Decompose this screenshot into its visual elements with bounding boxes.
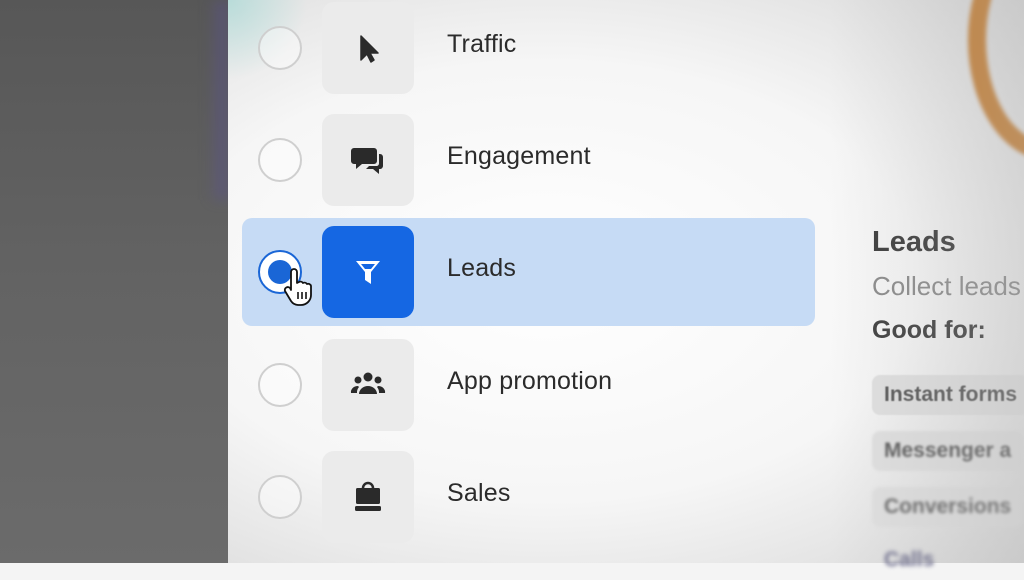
radio-sales[interactable] (258, 475, 302, 519)
good-for-chip: Calls (884, 548, 935, 571)
tile-traffic[interactable] (322, 2, 414, 94)
objective-detail-panel: Leads Collect leads Good for: (872, 222, 1024, 350)
objective-label: Traffic (447, 30, 517, 58)
radio-traffic[interactable] (258, 26, 302, 70)
objective-row-app-promotion[interactable]: App promotion (242, 331, 815, 439)
tile-engagement[interactable] (322, 114, 414, 206)
objective-label: App promotion (447, 367, 613, 395)
detail-title: Leads (872, 226, 956, 258)
shopping-bag-icon (355, 481, 381, 511)
radio-engagement[interactable] (258, 138, 302, 182)
good-for-chip: Conversions (872, 487, 1024, 527)
objective-label: Engagement (447, 142, 591, 170)
good-for-chip: Messenger a (872, 431, 1024, 471)
chat-bubbles-icon (351, 148, 383, 174)
objective-row-engagement[interactable]: Engagement (242, 106, 815, 214)
objective-row-leads[interactable]: Leads (242, 218, 815, 326)
cursor-icon (360, 35, 379, 63)
objective-label: Sales (447, 479, 511, 507)
objective-row-sales[interactable]: Sales (242, 443, 815, 551)
people-icon (350, 372, 386, 394)
detail-description: Collect leads (872, 271, 1021, 301)
objective-row-traffic[interactable]: Traffic (242, 0, 815, 102)
good-for-label: Good for: (872, 316, 986, 344)
device-bezel (0, 0, 228, 563)
hand-pointer-cursor-icon (283, 268, 312, 306)
tile-sales[interactable] (322, 451, 414, 543)
good-for-chip: Instant forms (872, 375, 1024, 415)
tile-leads[interactable] (322, 226, 414, 318)
objective-label: Leads (447, 254, 517, 282)
tile-app-promotion[interactable] (322, 339, 414, 431)
radio-app-promotion[interactable] (258, 363, 302, 407)
funnel-icon (356, 261, 380, 284)
